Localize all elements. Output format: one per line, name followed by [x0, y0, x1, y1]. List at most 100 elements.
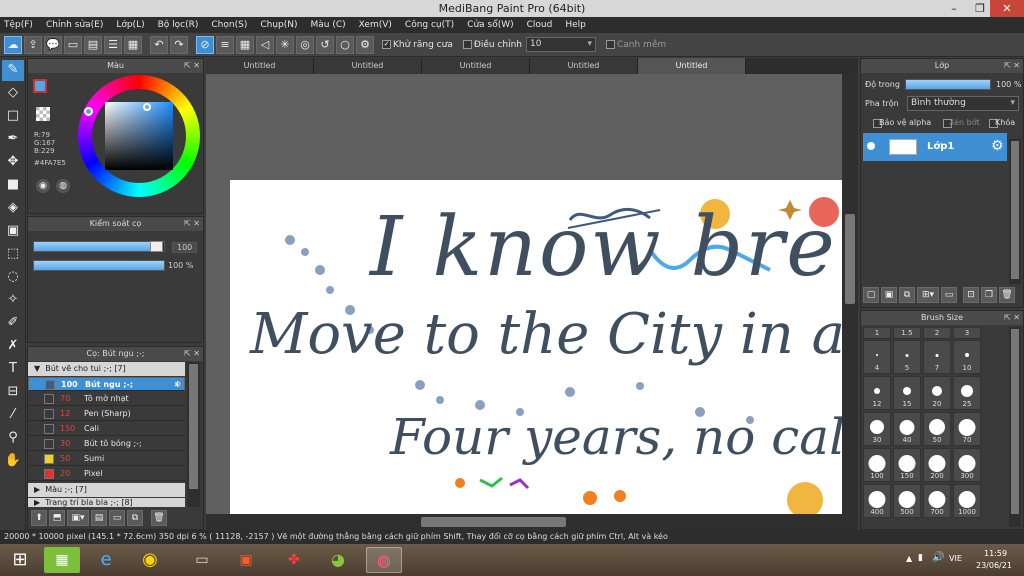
eraser-tool-icon[interactable]: ◇	[2, 83, 24, 104]
undo-icon[interactable]: ↶	[150, 35, 168, 54]
hue-wheel[interactable]	[78, 75, 200, 197]
curve-snap-icon[interactable]: ↺	[316, 35, 334, 54]
canvas-paper[interactable]: I know bre Move to the City in a b Four …	[230, 180, 842, 514]
brush-size-cell[interactable]: 25	[953, 376, 981, 410]
brush-size-cell[interactable]: 100	[863, 448, 891, 482]
network-icon[interactable]: ▮	[918, 553, 923, 563]
brush-size-cell[interactable]: 4	[863, 340, 891, 374]
gradient-icon[interactable]: ▣	[2, 221, 24, 242]
menu-window[interactable]: Cửa sổ(W)	[467, 20, 513, 30]
select-eraser-icon[interactable]: ✗	[2, 336, 24, 357]
menu-snap[interactable]: Chụp(N)	[260, 20, 297, 30]
vanish-snap-icon[interactable]: ◁	[256, 35, 274, 54]
file-explorer-icon[interactable]: ▭	[184, 547, 220, 573]
brush-delete-icon[interactable]: 🗑	[151, 510, 167, 526]
layer-opacity-slider[interactable]	[905, 79, 991, 90]
brush-size-cell[interactable]: 1	[863, 327, 891, 339]
dropper-icon[interactable]: ⚲	[2, 428, 24, 449]
redo-icon[interactable]: ↷	[170, 35, 188, 54]
brush-size-cell[interactable]: 1000	[953, 484, 981, 518]
menu-filter[interactable]: Bộ lọc(R)	[158, 20, 199, 30]
internet-explorer-icon[interactable]: e	[88, 547, 124, 573]
brush-size-cell[interactable]: 200	[923, 448, 951, 482]
brush-size-value[interactable]: 100	[172, 242, 198, 253]
menu-edit[interactable]: Chỉnh sửa(E)	[46, 20, 103, 30]
eye-icon[interactable]	[867, 142, 875, 150]
menu-cloud[interactable]: Cloud	[527, 20, 553, 30]
select-pen-icon[interactable]: ✐	[2, 313, 24, 334]
brush-size-cell[interactable]: 12	[863, 376, 891, 410]
panel-close-icon[interactable]: ⇱ ✕	[184, 347, 200, 361]
brush-group-header[interactable]: ▶ Trang trí bla bla ;-; [8]	[28, 498, 185, 507]
smooth-checkbox[interactable]	[605, 40, 615, 49]
brush-group-header[interactable]: ▼ Bút vẽ cho tui ;-; [7]	[28, 362, 185, 376]
duplicate-layer-icon[interactable]: ⧉	[899, 287, 915, 303]
panel-close-icon[interactable]: ⇱ ✕	[184, 217, 200, 231]
layer-settings-icon[interactable]: ⚙	[991, 138, 1004, 154]
text-tool-icon[interactable]: T	[2, 359, 24, 380]
divide-tool-icon[interactable]: ⊟	[2, 382, 24, 403]
brush-size-cell[interactable]: 10	[953, 340, 981, 374]
add-layer-menu-icon[interactable]: ⊞▾	[917, 287, 939, 303]
brush-opacity-slider[interactable]	[33, 260, 165, 271]
brush-item[interactable]: 70 Tô mờ nhạt	[28, 392, 185, 406]
brush-size-cell[interactable]: 40	[893, 412, 921, 446]
antialias-checkbox[interactable]: ✓	[382, 40, 391, 49]
brush-size-scrollbar[interactable]	[1009, 327, 1021, 527]
brush-size-cell[interactable]: 150	[893, 448, 921, 482]
radial-snap-icon[interactable]: ✳	[276, 35, 294, 54]
chat-icon[interactable]: ▭	[64, 35, 82, 54]
windows-start-icon[interactable]: ⊞	[2, 547, 38, 573]
brush-size-cell[interactable]: 1.5	[893, 327, 921, 339]
copy-layer-icon[interactable]: ❐	[981, 287, 997, 303]
panel-close-icon[interactable]: ⇱ ✕	[1004, 59, 1020, 73]
bucket-icon[interactable]: ◈	[2, 198, 24, 219]
menu-help[interactable]: Help	[565, 20, 586, 30]
bluestacks-icon[interactable]: ▦	[44, 547, 80, 573]
settings-icon[interactable]: ⚙	[356, 35, 374, 54]
hue-picker[interactable]	[84, 107, 93, 116]
menu-layer[interactable]: Lớp(L)	[116, 20, 144, 30]
close-button[interactable]: ✕	[990, 0, 1024, 17]
tab-untitled-active[interactable]: Untitled	[638, 58, 746, 74]
brush-page-icon[interactable]: ▤	[91, 510, 107, 526]
parallel-snap-icon[interactable]: ≡	[216, 35, 234, 54]
brush-size-cell[interactable]: 300	[953, 448, 981, 482]
clock-date[interactable]: 23/06/21	[976, 561, 1012, 570]
input-language[interactable]: VIE	[949, 554, 962, 563]
medibang-taskbar-icon[interactable]: ◍	[366, 547, 402, 573]
brush-folder-icon[interactable]: ▭	[109, 510, 125, 526]
brush-item[interactable]: 20 Pixel	[28, 467, 185, 481]
canvas-vertical-scrollbar[interactable]	[842, 74, 858, 514]
brush-size-cell[interactable]: 7	[923, 340, 951, 374]
transparent-swatch[interactable]	[36, 107, 50, 121]
delete-layer-icon[interactable]: 🗑	[999, 287, 1015, 303]
sv-picker[interactable]	[143, 103, 151, 111]
grid-snap-icon[interactable]: ▦	[236, 35, 254, 54]
menu-color[interactable]: Màu (C)	[311, 20, 346, 30]
brush-group-header[interactable]: ▶ Màu ;-; [7]	[28, 483, 185, 497]
brush-settings-icon[interactable]: ✱	[174, 378, 181, 392]
clock-time[interactable]: 11:59	[984, 549, 1007, 558]
menu-select[interactable]: Chọn(S)	[211, 20, 247, 30]
foreground-color-swatch[interactable]	[33, 79, 47, 93]
brush-duplicate-icon[interactable]: ⬒	[49, 510, 65, 526]
brush-item[interactable]: 30 Bút tô bóng ;-;	[28, 437, 185, 451]
blend-mode-select[interactable]: Bình thường	[907, 96, 1019, 111]
tab-untitled[interactable]: Untitled	[422, 58, 530, 74]
brush-size-cell[interactable]: 15	[893, 376, 921, 410]
tab-untitled[interactable]: Untitled	[206, 58, 314, 74]
brush-add-icon[interactable]: ⬆	[31, 510, 47, 526]
app-icon[interactable]: ◕	[320, 547, 356, 573]
grid-icon[interactable]: ▦	[124, 35, 142, 54]
tray-arrow-icon[interactable]: ▲	[906, 554, 912, 563]
app-icon[interactable]: ✤	[276, 547, 312, 573]
comment-icon[interactable]: 💬	[44, 35, 62, 54]
list-icon[interactable]: ☰	[104, 35, 122, 54]
move-tool-icon[interactable]: ✥	[2, 152, 24, 173]
canvas-area[interactable]: I know bre Move to the City in a b Four …	[206, 74, 842, 514]
brush-item[interactable]: 12 Pen (Sharp)	[28, 407, 185, 421]
circle-snap-icon[interactable]: ◎	[296, 35, 314, 54]
layer-scrollbar[interactable]	[1009, 139, 1021, 284]
palette-icon[interactable]: ◉	[36, 179, 50, 193]
